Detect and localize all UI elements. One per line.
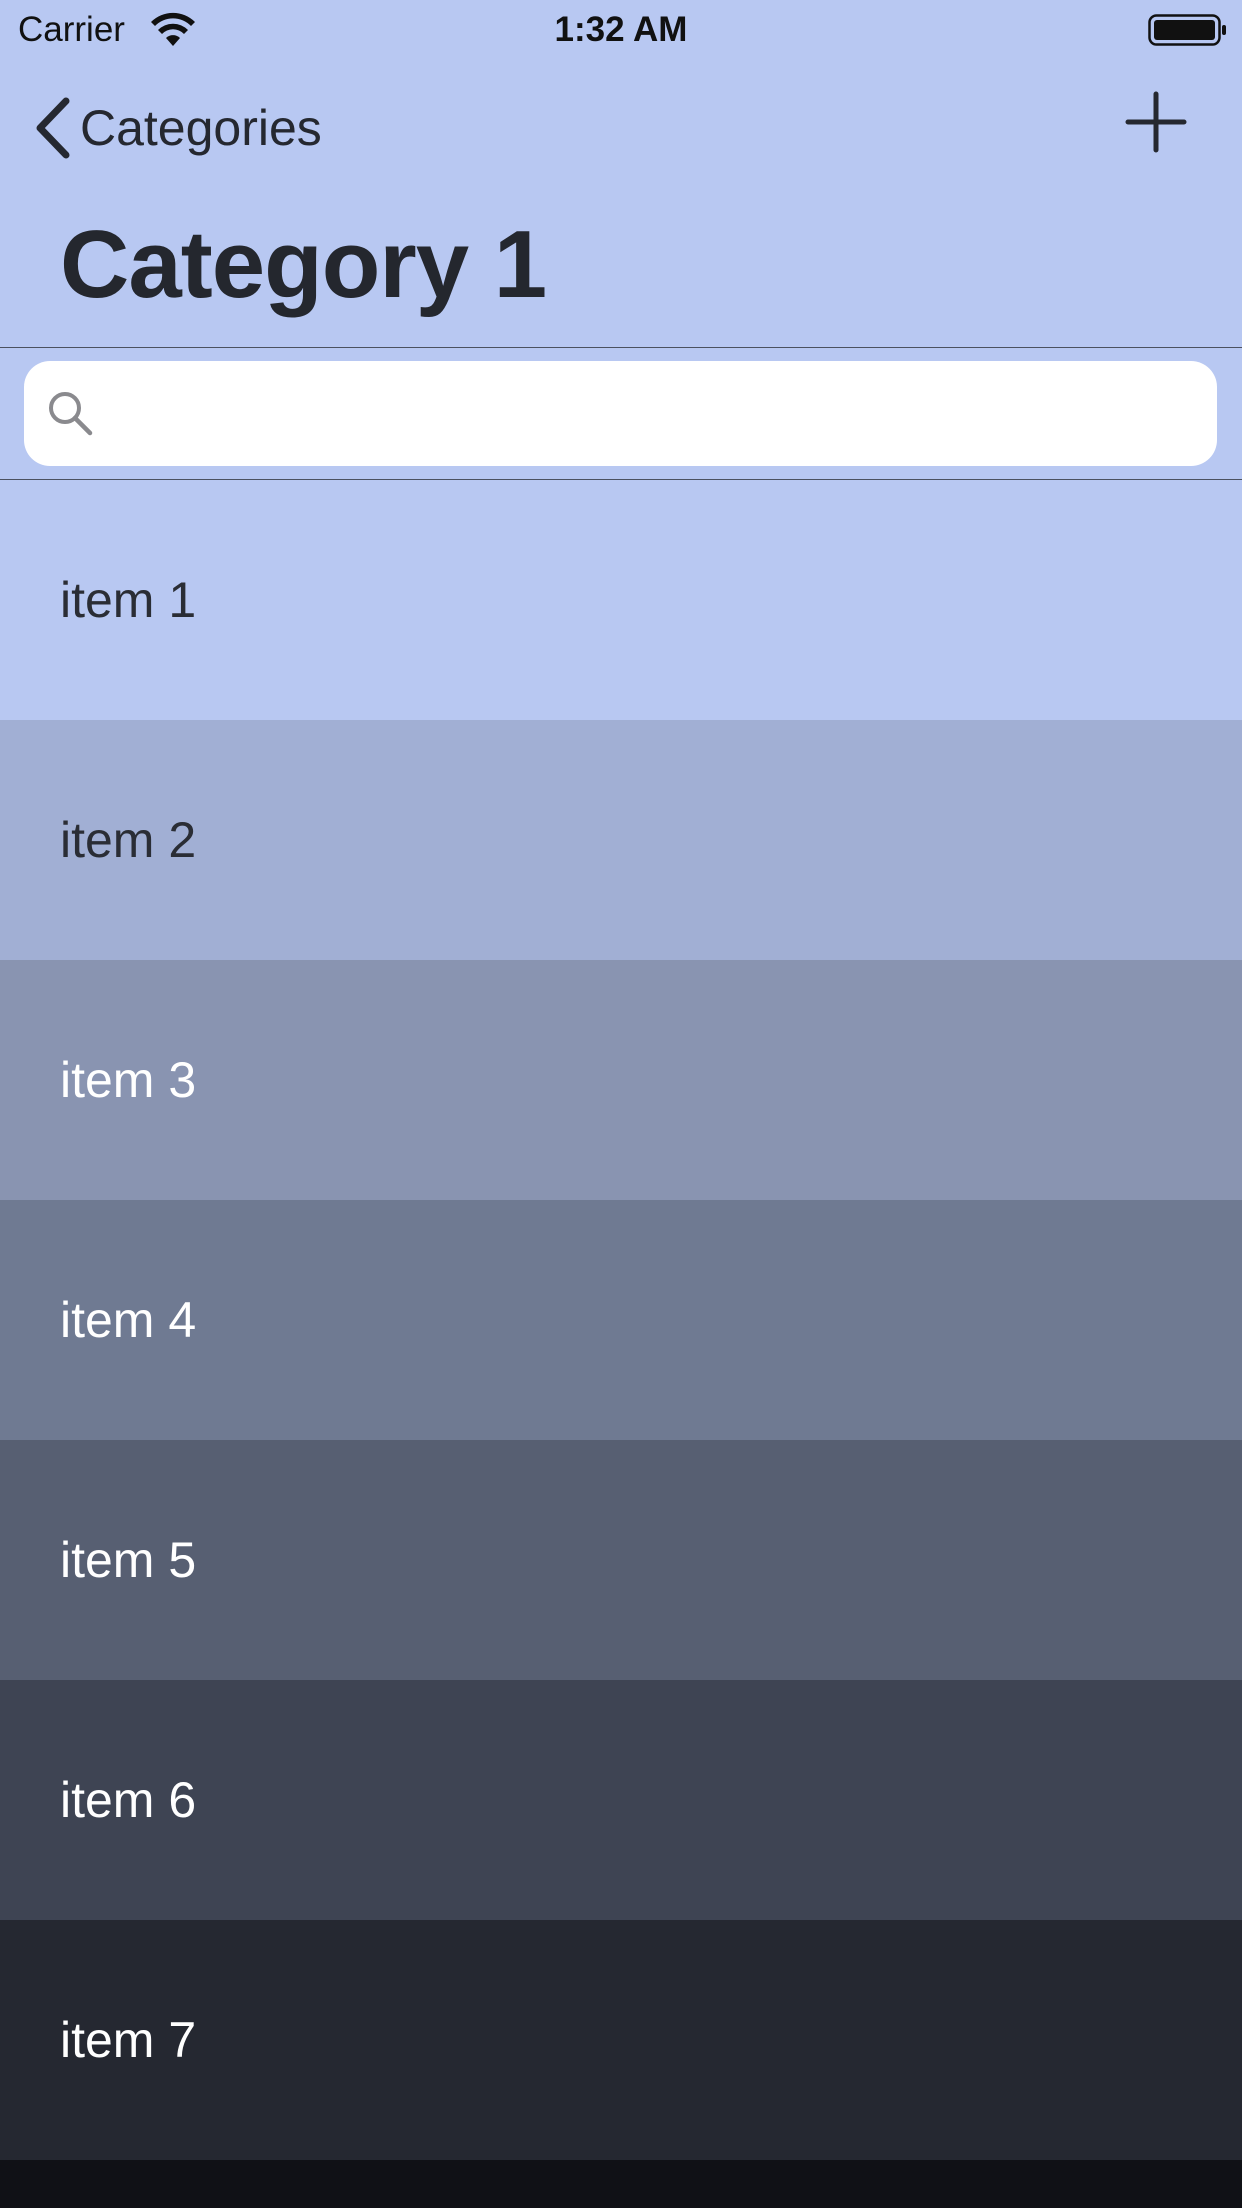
list-item-label: item 6 [60, 1772, 197, 1828]
search-input[interactable] [116, 361, 1200, 468]
list-item-label: item 1 [60, 572, 197, 628]
list-item-label: item 2 [60, 812, 197, 868]
battery-icon [1148, 14, 1226, 46]
list-item-label: item 7 [60, 2012, 197, 2068]
list-item-label: item 3 [60, 1052, 197, 1108]
list-item[interactable]: item 4 [0, 1200, 1242, 1440]
header-divider [0, 347, 1242, 348]
list-item-partial [0, 2160, 1242, 2208]
list-item[interactable]: item 7 [0, 1920, 1242, 2160]
navigation-bar: Categories [0, 60, 1242, 190]
list-item[interactable]: item 1 [0, 480, 1242, 720]
status-bar: Carrier 1:32 AM [0, 0, 1242, 60]
list-item-label: item 5 [60, 1532, 197, 1588]
plus-icon[interactable] [1124, 90, 1188, 154]
search-bar[interactable] [24, 361, 1217, 468]
list-item[interactable]: item 3 [0, 960, 1242, 1200]
list-item-label: item 4 [60, 1292, 197, 1348]
search-icon [49, 392, 93, 436]
list-item[interactable]: item 5 [0, 1440, 1242, 1680]
status-time: 1:32 AM [554, 10, 688, 49]
back-button-label: Categories [80, 100, 322, 156]
back-button[interactable]: Categories [30, 93, 322, 163]
list-item[interactable]: item 2 [0, 720, 1242, 960]
page-title: Category 1 [60, 211, 547, 318]
list-item[interactable]: item 6 [0, 1680, 1242, 1920]
chevron-left-icon [36, 97, 70, 159]
item-list: item 1 item 2 item 3 item 4 item 5 item … [0, 480, 1242, 2160]
